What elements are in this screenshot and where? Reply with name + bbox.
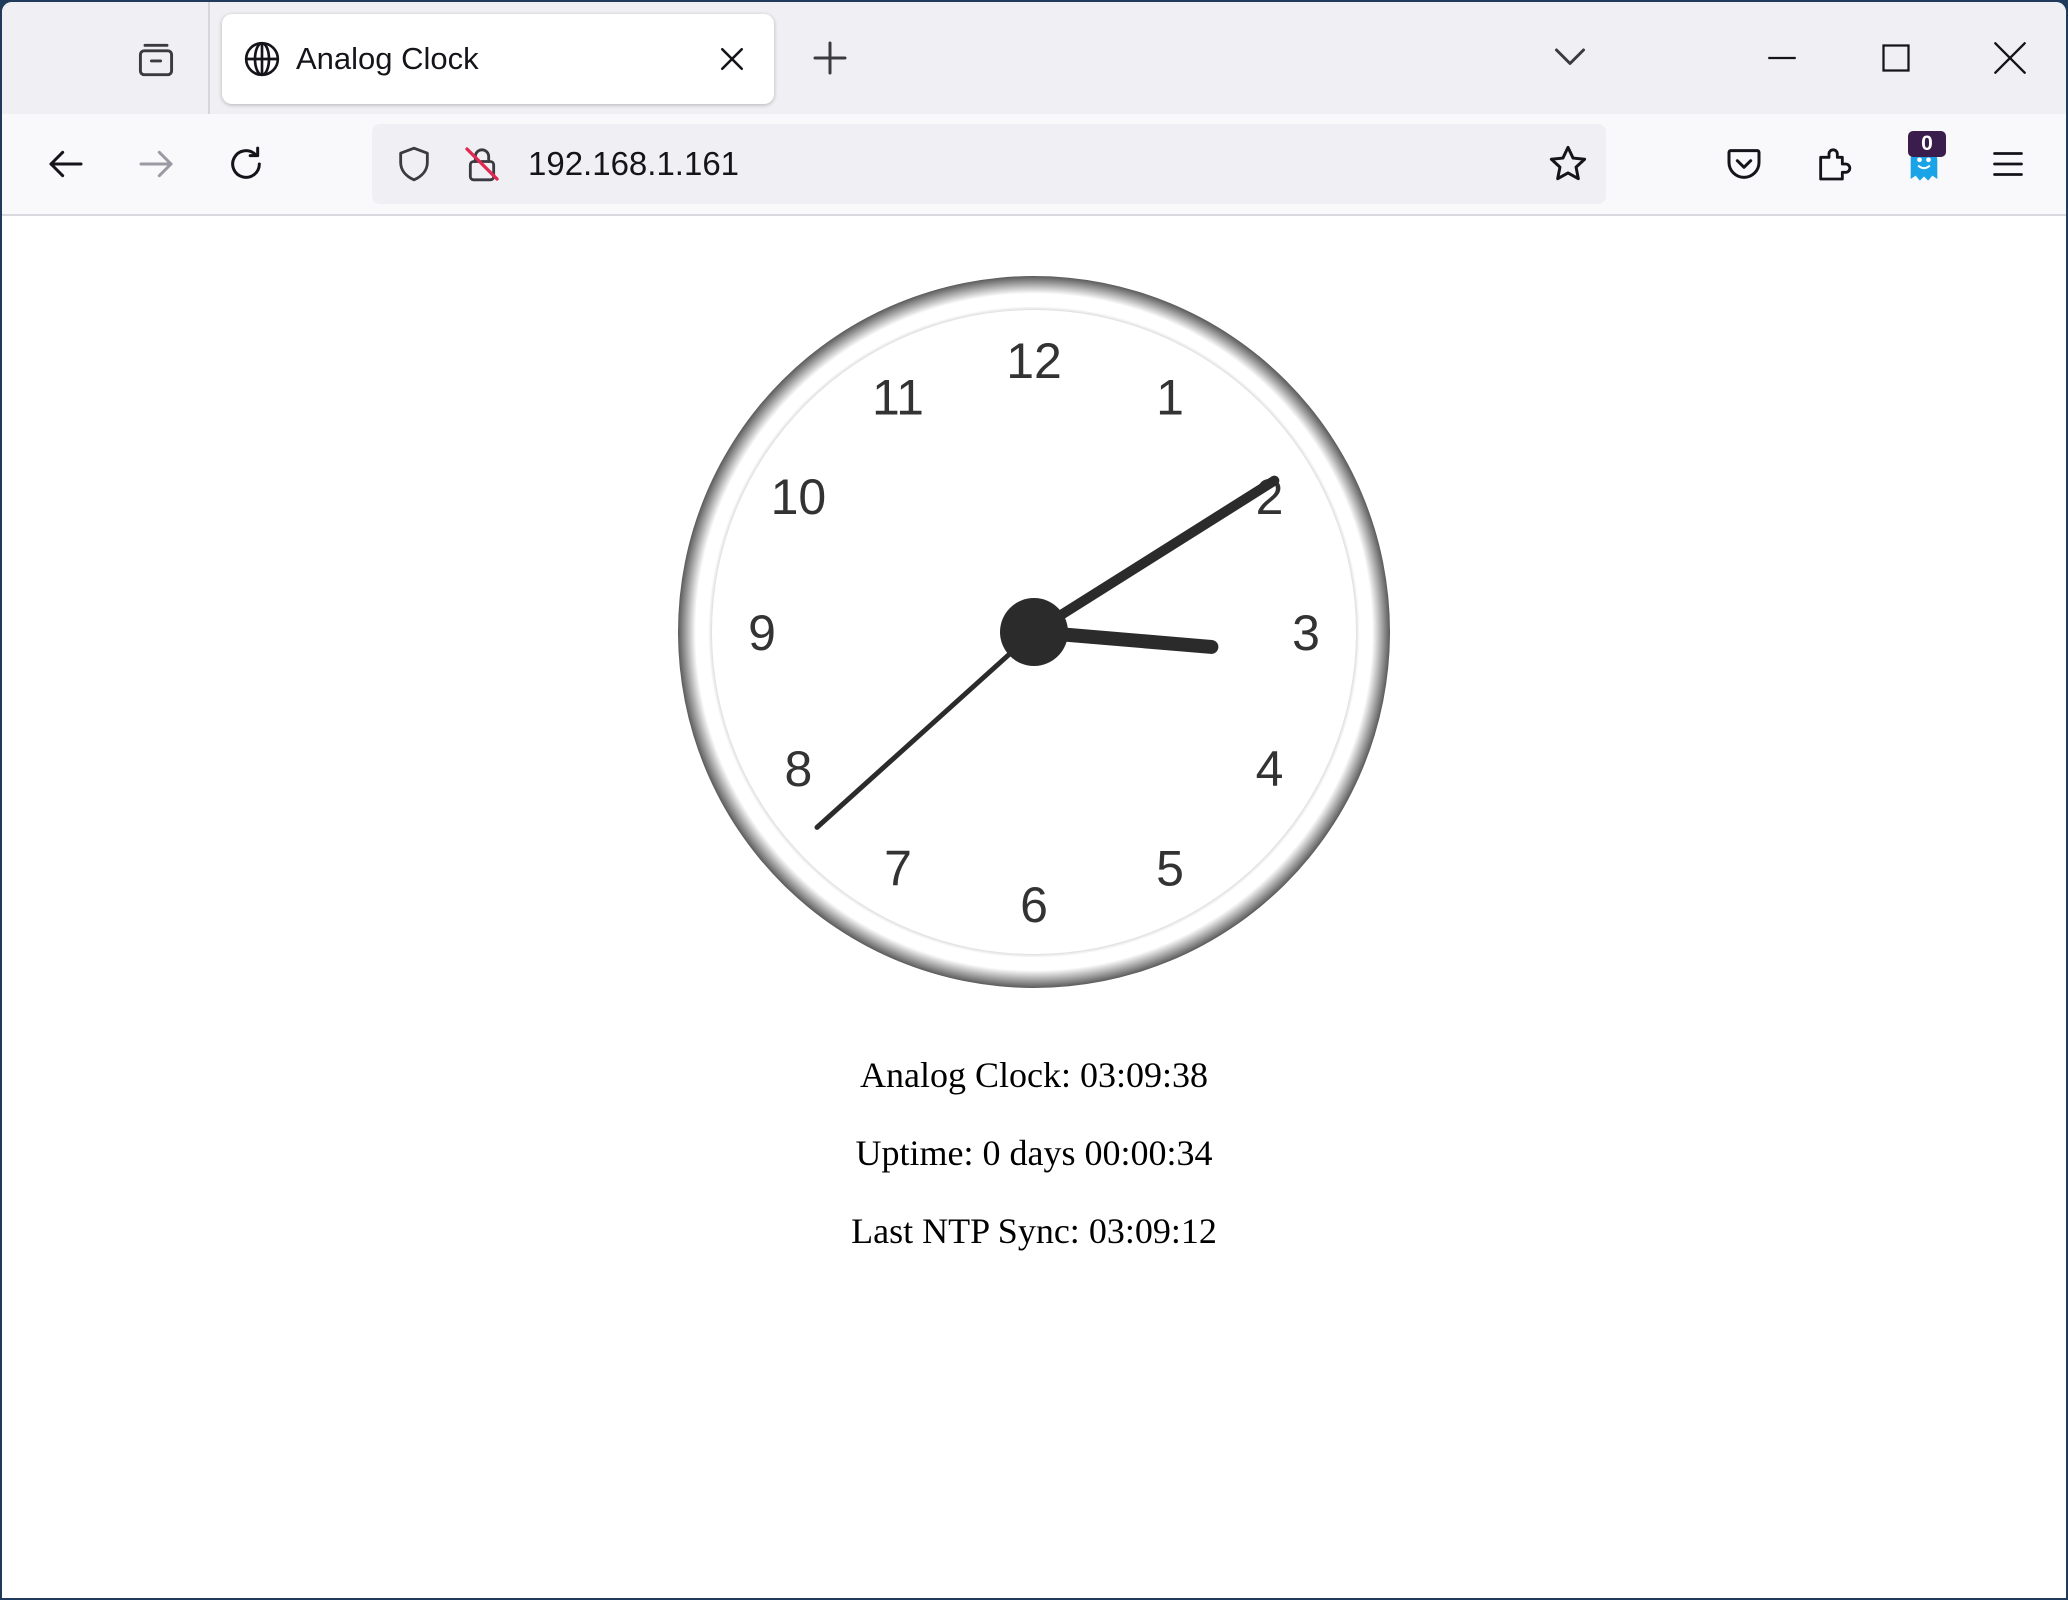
- bookmark-star-icon[interactable]: [1544, 140, 1592, 188]
- clock-time-text: Analog Clock: 03:09:38: [860, 1055, 1208, 1095]
- tab-analog-clock[interactable]: Analog Clock: [222, 14, 774, 104]
- analog-clock: 121234567891011: [678, 276, 1390, 988]
- reload-icon[interactable]: [210, 128, 282, 200]
- clock-numeral: 4: [1256, 741, 1284, 797]
- navigation-toolbar: 192.168.1.161: [2, 114, 2066, 216]
- window-close-icon[interactable]: [1970, 18, 2050, 98]
- clock-numeral: 1: [1156, 369, 1184, 425]
- firefox-view-icon[interactable]: [120, 24, 192, 96]
- minimize-icon[interactable]: [1742, 18, 1822, 98]
- new-tab-button[interactable]: [796, 24, 864, 92]
- tab-separator: [208, 2, 210, 114]
- uptime-text: Uptime: 0 days 00:00:34: [855, 1133, 1213, 1173]
- page-content: 12 1 2 3 4 5 6 7 8 9 10 11 Analog Clock: 03:09:38 U…: [2, 216, 2066, 1598]
- close-tab-icon[interactable]: [712, 39, 752, 79]
- maximize-icon[interactable]: [1856, 18, 1936, 98]
- hamburger-menu-icon[interactable]: [1972, 128, 2044, 200]
- clock-numeral: 5: [1156, 841, 1184, 897]
- clock-numeral: 6: [1020, 877, 1048, 933]
- clock-numeral: 9: [748, 605, 776, 661]
- ghostery-tracker-count-badge: 0: [1908, 131, 1946, 157]
- list-all-tabs-chevron-icon[interactable]: [1536, 22, 1604, 90]
- address-bar[interactable]: 192.168.1.161: [372, 124, 1606, 204]
- browser-window: Analog Clock 192.168.1.161 0 12 1 2 3 4 …: [2, 2, 2066, 1598]
- pocket-icon[interactable]: [1708, 128, 1780, 200]
- forward-arrow-icon[interactable]: [120, 128, 192, 200]
- clock-numeral: 2: [1256, 469, 1284, 525]
- tracking-protection-shield-icon[interactable]: [390, 140, 438, 188]
- clock-numeral: 12: [1006, 333, 1062, 389]
- clock-numeral: 11: [872, 369, 924, 425]
- insecure-connection-lock-icon[interactable]: [458, 140, 506, 188]
- clock-numeral: 10: [771, 469, 827, 525]
- back-arrow-icon[interactable]: [30, 128, 102, 200]
- clock-numeral: 3: [1292, 605, 1320, 661]
- extensions-puzzle-icon[interactable]: [1798, 128, 1870, 200]
- ntp-sync-text: Last NTP Sync: 03:09:12: [851, 1211, 1217, 1251]
- clock-numeral: 7: [884, 841, 912, 897]
- tab-strip: Analog Clock: [2, 2, 2066, 114]
- clock-center-hub: [1000, 598, 1068, 666]
- tab-title: Analog Clock: [296, 41, 479, 76]
- globe-icon: [242, 39, 282, 79]
- clock-numeral: 8: [785, 741, 813, 797]
- url-text[interactable]: 192.168.1.161: [528, 124, 739, 204]
